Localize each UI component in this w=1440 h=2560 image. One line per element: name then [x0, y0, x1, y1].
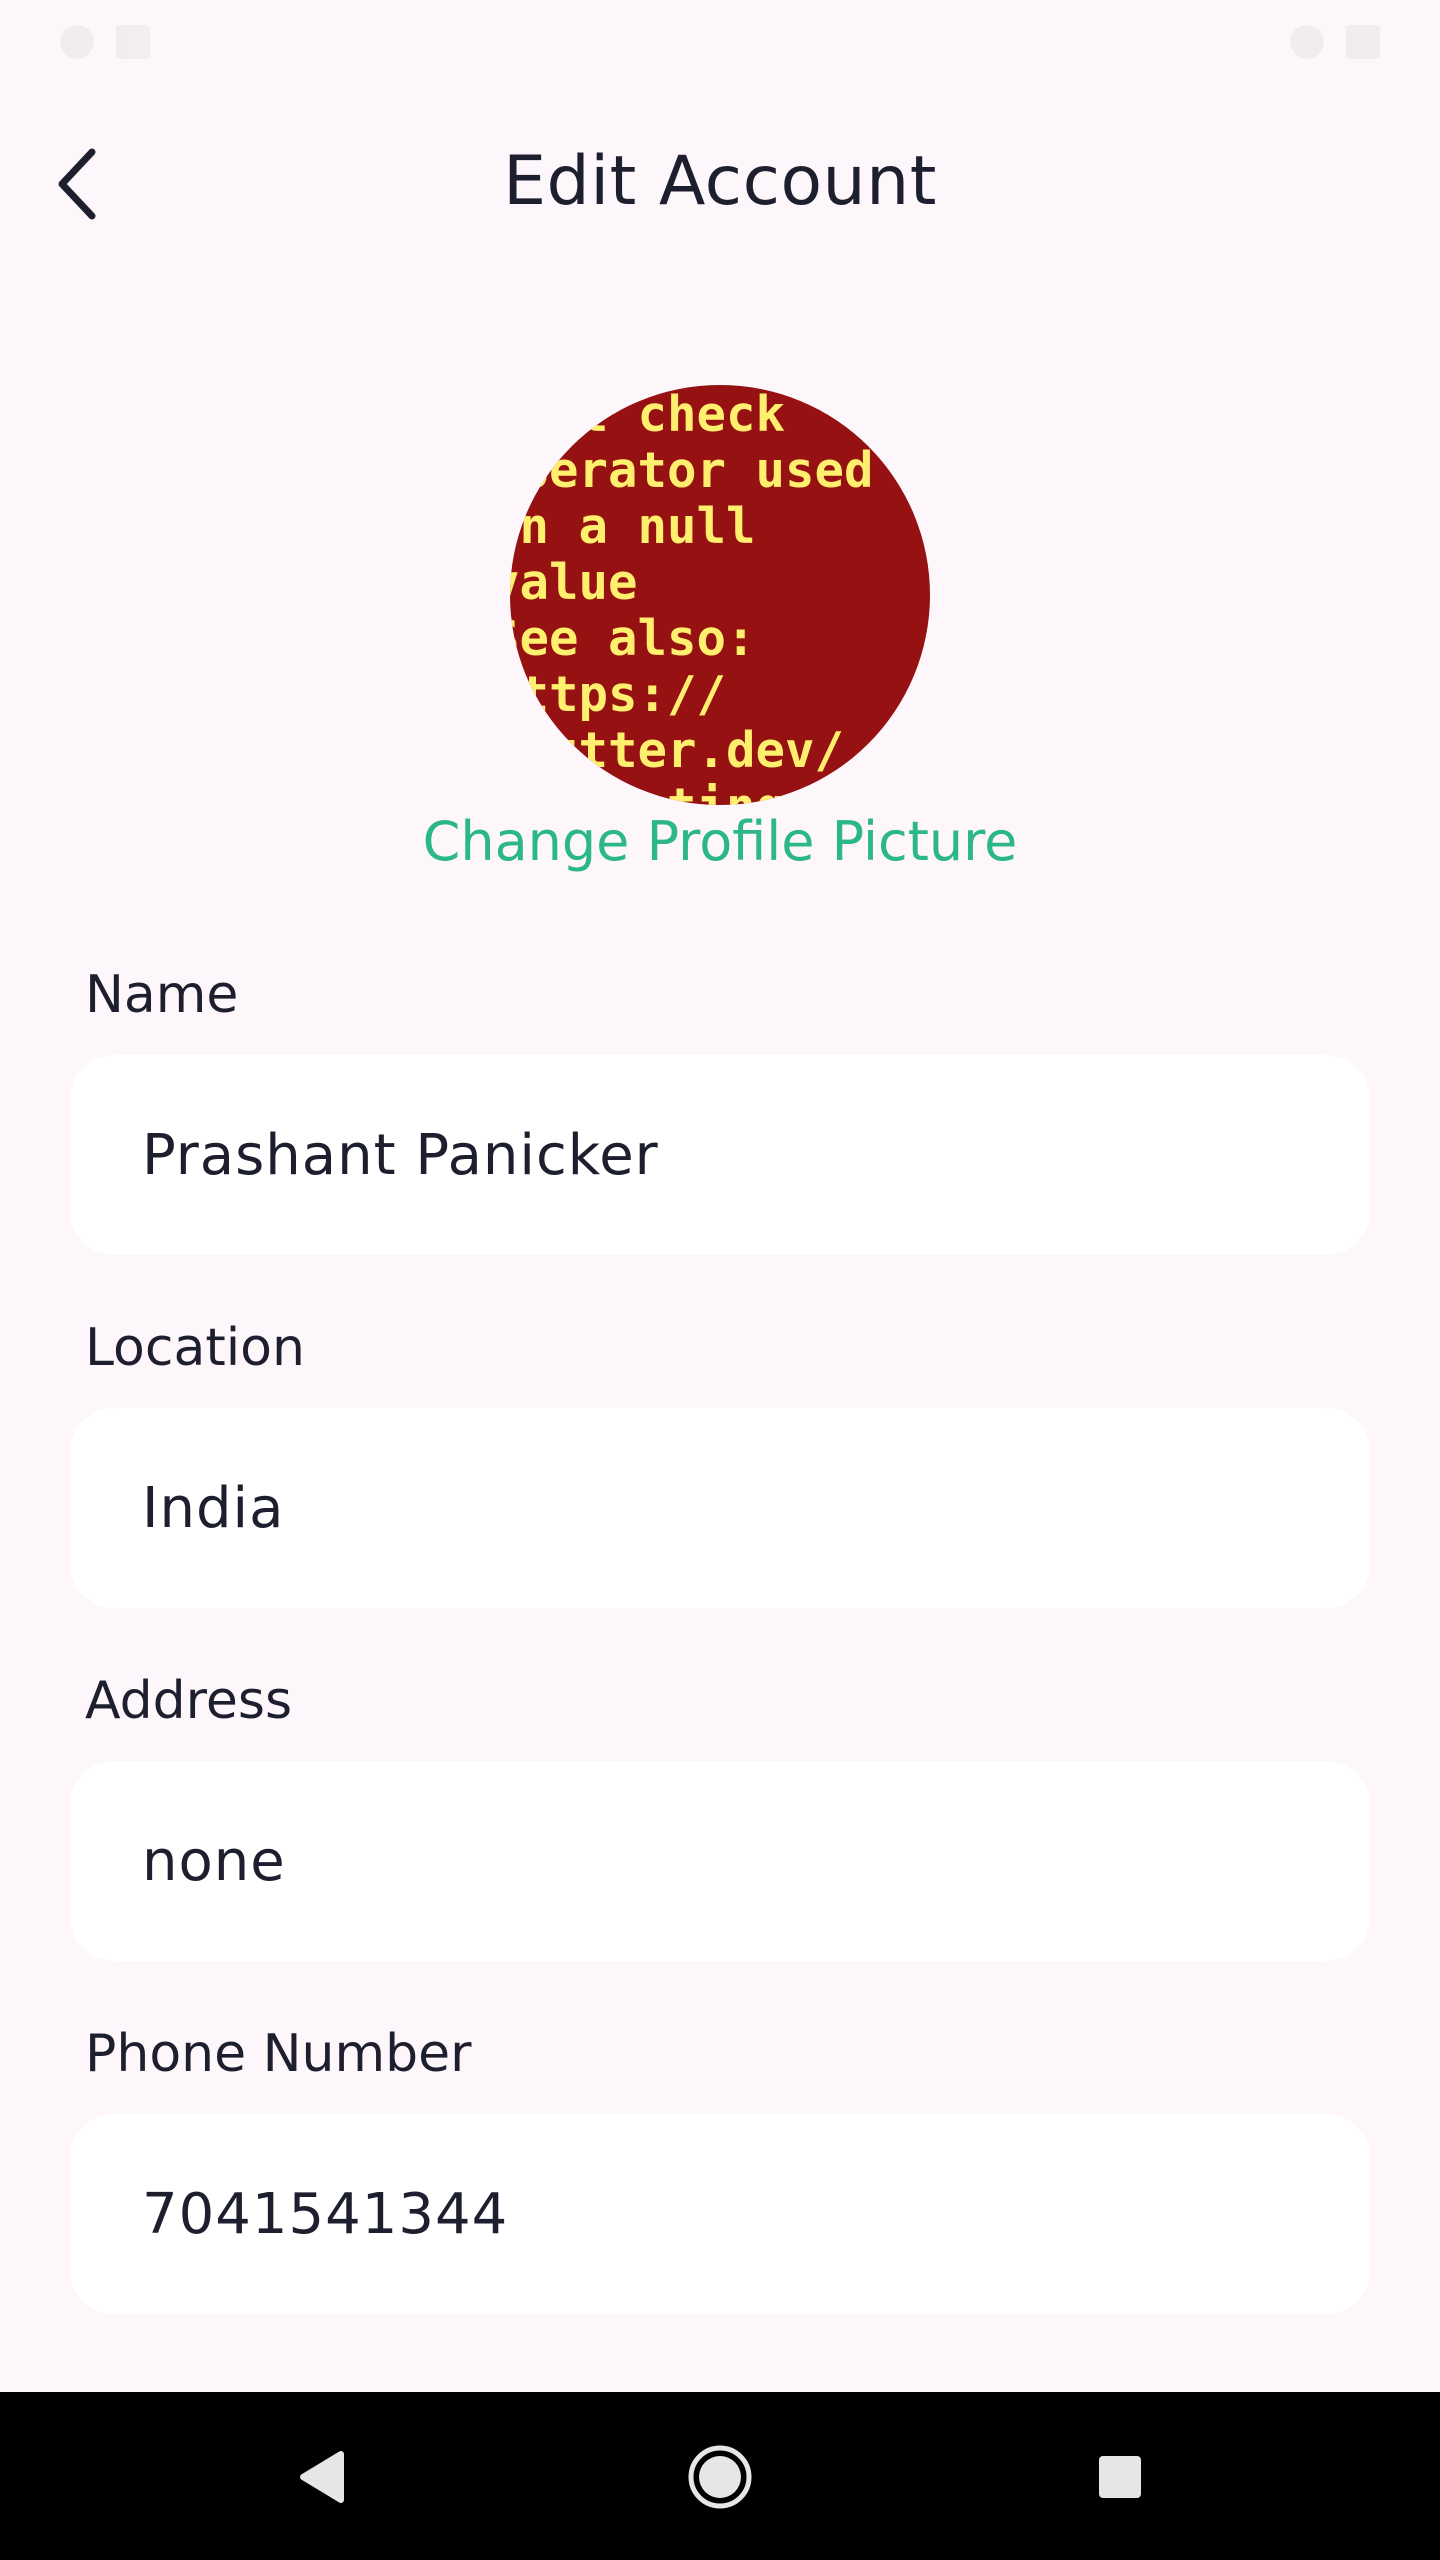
square-recents-icon	[1099, 2456, 1141, 2498]
triangle-back-icon	[300, 2451, 344, 2503]
wifi-status-icon	[1290, 25, 1324, 59]
phone-field[interactable]: 7041541344	[70, 2114, 1370, 2314]
nav-recents-button[interactable]	[1075, 2432, 1165, 2522]
system-navigation-bar	[0, 2392, 1440, 2560]
nav-back-button[interactable]	[275, 2432, 365, 2522]
circle-home-icon	[688, 2445, 752, 2509]
address-label: Address	[85, 1671, 293, 1731]
avatar-error-text: Null check operator used on a null value…	[510, 386, 874, 806]
profile-avatar[interactable]: Null check operator used on a null value…	[510, 385, 930, 805]
change-profile-picture-button[interactable]: Change Profile Picture	[0, 810, 1440, 873]
phone-label: Phone Number	[85, 2024, 472, 2084]
name-label: Name	[85, 965, 239, 1025]
location-label: Location	[85, 1318, 305, 1378]
nav-home-button[interactable]	[675, 2432, 765, 2522]
notification-status-icon	[116, 25, 150, 59]
status-bar	[0, 0, 1440, 84]
address-field[interactable]: none	[70, 1761, 1370, 1961]
settings-status-icon	[60, 25, 94, 59]
app-bar: Edit Account	[0, 84, 1440, 284]
location-field[interactable]: India	[70, 1408, 1370, 1608]
name-field[interactable]: Prashant Panicker	[70, 1055, 1370, 1255]
battery-status-icon	[1346, 25, 1380, 59]
page-title: Edit Account	[503, 142, 937, 221]
